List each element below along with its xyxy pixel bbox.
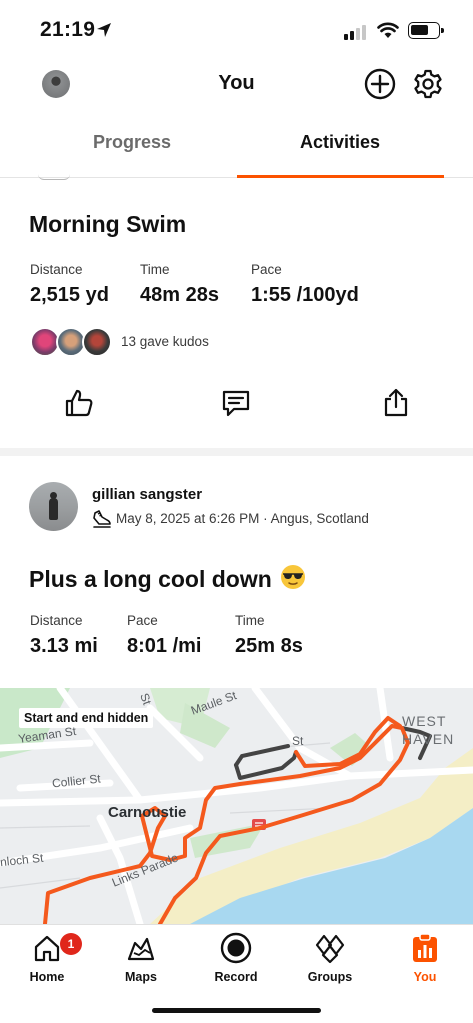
stat-value-time: 25m 8s bbox=[235, 635, 303, 657]
stat-value-pace: 1:55 /100yd bbox=[251, 284, 359, 306]
map-area-label-line: WEST bbox=[402, 713, 447, 729]
stat-label-distance: Distance bbox=[30, 262, 83, 277]
header: You bbox=[0, 56, 473, 112]
nav-maps[interactable]: Maps bbox=[101, 931, 181, 984]
athlete-name[interactable]: gillian sangster bbox=[92, 486, 202, 503]
activity-card[interactable]: Morning Swim Distance 2,515 yd Time 48m … bbox=[0, 180, 473, 448]
tab-progress[interactable]: Progress bbox=[14, 132, 250, 153]
card-divider bbox=[0, 448, 473, 456]
tab-bar: Progress Activities bbox=[0, 118, 473, 178]
cellular-signal-icon bbox=[344, 24, 370, 40]
page-title: You bbox=[218, 72, 255, 94]
stat-value-distance: 2,515 yd bbox=[30, 284, 109, 306]
avatar bbox=[82, 327, 112, 357]
tab-activities[interactable]: Activities bbox=[222, 132, 458, 153]
home-icon bbox=[34, 935, 60, 962]
thumbs-up-icon[interactable] bbox=[64, 388, 94, 418]
nav-label: Groups bbox=[307, 970, 353, 984]
activity-title[interactable]: Plus a long cool down bbox=[29, 564, 306, 593]
activity-map[interactable]: Start and end hidden Yeaman St Collier S… bbox=[0, 688, 473, 924]
run-shoe-icon bbox=[93, 510, 111, 528]
nav-label: You bbox=[413, 970, 437, 984]
nav-label: Record bbox=[214, 970, 258, 984]
stat-label-time: Time bbox=[140, 262, 170, 277]
activity-card[interactable]: gillian sangster May 8, 2025 at 6:26 PM … bbox=[0, 456, 473, 690]
nav-label: Maps bbox=[125, 970, 157, 984]
street-label: St bbox=[292, 734, 304, 748]
sunglasses-emoji-icon bbox=[281, 565, 306, 589]
wifi-icon bbox=[377, 22, 399, 38]
kudos-count[interactable]: 13 gave kudos bbox=[121, 334, 209, 349]
nav-label: Home bbox=[29, 970, 65, 984]
nav-record[interactable]: Record bbox=[196, 931, 276, 984]
nav-home[interactable]: 1 Home bbox=[7, 931, 87, 984]
activity-meta: May 8, 2025 at 6:26 PM · Angus, Scotland bbox=[116, 511, 369, 526]
stat-value-pace: 8:01 /mi bbox=[127, 635, 202, 657]
you-icon bbox=[413, 933, 437, 962]
battery-icon bbox=[408, 22, 444, 39]
groups-icon bbox=[315, 934, 345, 964]
activity-title[interactable]: Morning Swim bbox=[29, 211, 186, 238]
kudos-avatars[interactable] bbox=[30, 327, 114, 357]
maps-icon bbox=[127, 937, 155, 961]
home-indicator bbox=[152, 1008, 321, 1013]
stat-value-distance: 3.13 mi bbox=[30, 635, 98, 657]
activity-title-text: Plus a long cool down bbox=[29, 566, 272, 592]
stat-label-time: Time bbox=[235, 613, 265, 628]
athlete-avatar[interactable] bbox=[29, 482, 78, 531]
stat-label-pace: Pace bbox=[251, 262, 282, 277]
map-privacy-badge: Start and end hidden bbox=[19, 708, 154, 728]
nav-you[interactable]: You bbox=[385, 931, 465, 984]
active-tab-indicator bbox=[237, 175, 444, 178]
share-icon[interactable] bbox=[381, 388, 411, 418]
location-arrow-icon bbox=[97, 23, 111, 37]
status-time: 21:19 bbox=[40, 18, 96, 41]
stat-label-distance: Distance bbox=[30, 613, 83, 628]
stat-label-pace: Pace bbox=[127, 613, 158, 628]
map-area-label-line: HAVEN bbox=[402, 731, 455, 747]
gear-icon[interactable] bbox=[412, 68, 444, 100]
nav-groups[interactable]: Groups bbox=[290, 931, 370, 984]
map-area-label: WEST HAVEN bbox=[402, 712, 454, 748]
add-circle-icon[interactable] bbox=[364, 68, 396, 100]
notification-badge: 1 bbox=[60, 933, 82, 955]
status-bar: 21:19 bbox=[0, 0, 473, 56]
map-town-label: Carnoustie bbox=[108, 804, 187, 821]
comment-icon[interactable] bbox=[221, 388, 251, 418]
stat-value-time: 48m 28s bbox=[140, 284, 219, 306]
record-icon bbox=[220, 932, 252, 964]
